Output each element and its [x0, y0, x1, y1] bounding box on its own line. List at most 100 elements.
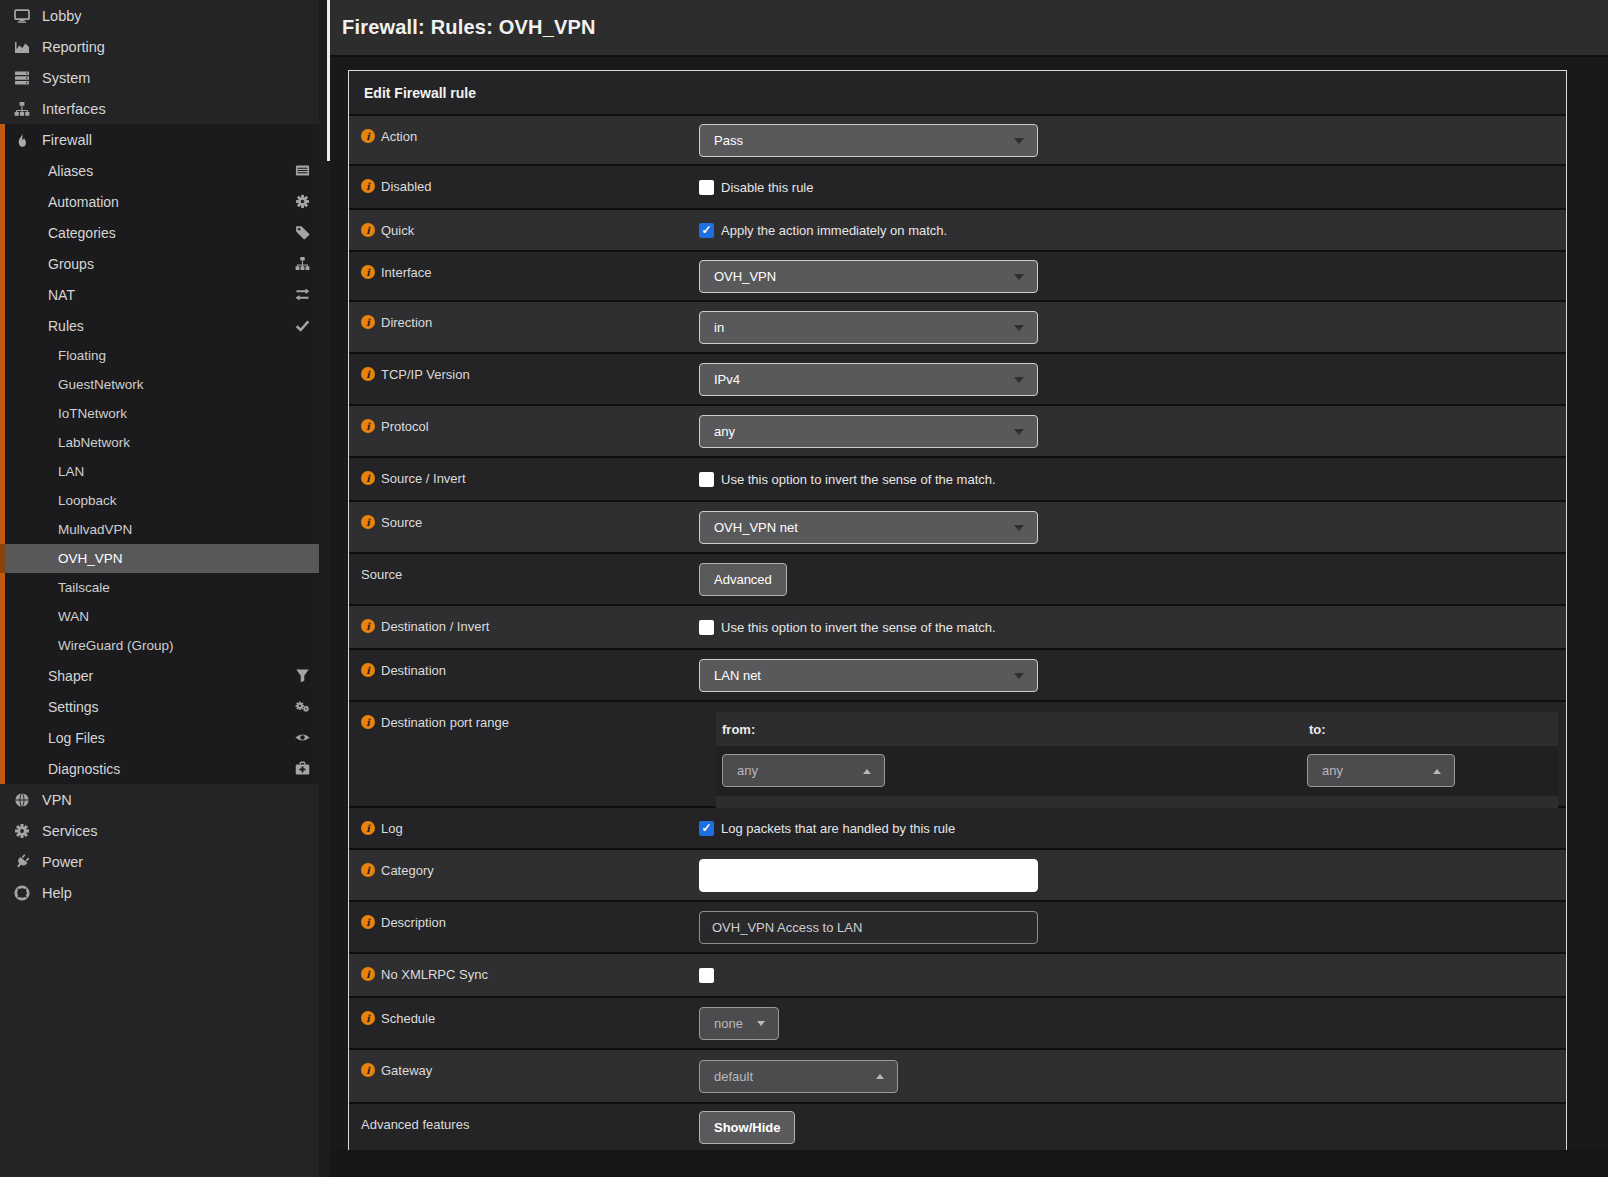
exchange-icon: [294, 287, 310, 303]
port-from-select[interactable]: any: [722, 754, 885, 787]
sidebar-item-label: MullvadVPN: [58, 522, 132, 537]
page-title: Firewall: Rules: OVH_VPN: [342, 16, 596, 39]
port-range-table: from:to: any any: [716, 712, 1558, 808]
port-to-select[interactable]: any: [1307, 754, 1455, 787]
sidebar-item-ovh-vpn[interactable]: OVH_VPN: [0, 544, 319, 573]
form-row-gateway: iGatewaydefault: [349, 1050, 1566, 1102]
sidebar-item-log-files[interactable]: Log Files: [0, 722, 319, 753]
sidebar-item-labnetwork[interactable]: LabNetwork: [0, 428, 319, 457]
tcp-ip-version-select[interactable]: IPv4: [699, 363, 1038, 396]
sidebar-item-reporting[interactable]: Reporting: [0, 31, 319, 62]
field-control: Disable this rule: [699, 166, 1566, 208]
destination-invert-checkbox[interactable]: [699, 620, 714, 635]
field-label: iProtocol: [349, 406, 699, 456]
sidebar-item-guestnetwork[interactable]: GuestNetwork: [0, 370, 319, 399]
sidebar-item-iotnetwork[interactable]: IoTNetwork: [0, 399, 319, 428]
sidebar-item-label: WAN: [58, 609, 89, 624]
sidebar-scrollbar-thumb[interactable]: [327, 0, 330, 161]
direction-select[interactable]: in: [699, 311, 1038, 344]
field-control: Pass: [699, 116, 1566, 164]
schedule-select[interactable]: none: [699, 1007, 779, 1040]
sidebar-item-mullvadvpn[interactable]: MullvadVPN: [0, 515, 319, 544]
caret-down-icon: [1014, 673, 1024, 679]
sidebar-item-groups[interactable]: Groups: [0, 248, 319, 279]
field-control: Use this option to invert the sense of t…: [699, 458, 1566, 500]
sidebar-item-label: LAN: [58, 464, 84, 479]
sidebar-item-wan[interactable]: WAN: [0, 602, 319, 631]
server-icon: [13, 69, 30, 86]
sidebar-item-firewall[interactable]: Firewall: [0, 124, 319, 155]
disabled-checkbox[interactable]: [699, 180, 714, 195]
sidebar-item-label: Help: [42, 885, 72, 901]
gears-icon: [294, 699, 310, 715]
info-icon: i: [361, 1011, 375, 1025]
sidebar-item-shaper[interactable]: Shaper: [0, 660, 319, 691]
field-control: [699, 850, 1566, 900]
sidebar-item-floating[interactable]: Floating: [0, 341, 319, 370]
sidebar-item-lan[interactable]: LAN: [0, 457, 319, 486]
info-icon: i: [361, 1063, 375, 1077]
gateway-select[interactable]: default: [699, 1060, 898, 1093]
field-control: IPv4: [699, 354, 1566, 404]
source-invert-checkbox[interactable]: [699, 472, 714, 487]
sidebar-item-nat[interactable]: NAT: [0, 279, 319, 310]
sidebar-item-label: Lobby: [42, 8, 82, 24]
sidebar-item-lobby[interactable]: Lobby: [0, 0, 319, 31]
sidebar-item-label: Categories: [48, 225, 116, 241]
form-row-no-xmlrpc-sync: iNo XMLRPC Sync: [349, 954, 1566, 996]
sidebar-item-label: Automation: [48, 194, 119, 210]
interface-select[interactable]: OVH_VPN: [699, 260, 1038, 293]
field-label: iInterface: [349, 252, 699, 300]
chart-icon: [13, 38, 30, 55]
sidebar-item-interfaces[interactable]: Interfaces: [0, 93, 319, 124]
description-input[interactable]: OVH_VPN Access to LAN: [699, 911, 1038, 944]
no-xmlrpc-sync-checkbox[interactable]: [699, 968, 714, 983]
sidebar-item-wireguard-group-[interactable]: WireGuard (Group): [0, 631, 319, 660]
sidebar-item-automation[interactable]: Automation: [0, 186, 319, 217]
destination-select[interactable]: LAN net: [699, 659, 1038, 692]
form-row-destination: iDestinationLAN net: [349, 650, 1566, 700]
from-label: from:: [722, 722, 755, 737]
info-icon: i: [361, 967, 375, 981]
field-label: iDescription: [349, 902, 699, 952]
sidebar-item-loopback[interactable]: Loopback: [0, 486, 319, 515]
sidebar-item-aliases[interactable]: Aliases: [0, 155, 319, 186]
sidebar-item-settings[interactable]: Settings: [0, 691, 319, 722]
caret-down-icon: [1014, 138, 1024, 144]
sidebar-item-power[interactable]: Power: [0, 846, 319, 877]
checkbox-label: Use this option to invert the sense of t…: [721, 620, 996, 635]
source-select[interactable]: OVH_VPN net: [699, 511, 1038, 544]
advanced-button[interactable]: Advanced: [699, 563, 787, 596]
log-checkbox[interactable]: ✓: [699, 821, 714, 836]
form-row-disabled: iDisabledDisable this rule: [349, 166, 1566, 208]
show-hide-button[interactable]: Show/Hide: [699, 1111, 795, 1144]
field-label: iSource: [349, 502, 699, 552]
sidebar-item-vpn[interactable]: VPN: [0, 784, 319, 815]
sidebar-item-label: Tailscale: [58, 580, 110, 595]
sidebar-item-services[interactable]: Services: [0, 815, 319, 846]
sidebar-item-help[interactable]: Help: [0, 877, 319, 908]
sidebar-item-diagnostics[interactable]: Diagnostics: [0, 753, 319, 784]
sidebar-item-label: NAT: [48, 287, 75, 303]
field-control: Advanced: [699, 554, 1566, 604]
sidebar-item-system[interactable]: System: [0, 62, 319, 93]
field-control: OVH_VPN: [699, 252, 1566, 300]
field-control: none: [699, 998, 1566, 1048]
sidebar-item-label: Power: [42, 854, 83, 870]
sidebar-item-label: IoTNetwork: [58, 406, 127, 421]
sidebar-item-tailscale[interactable]: Tailscale: [0, 573, 319, 602]
protocol-select[interactable]: any: [699, 415, 1038, 448]
info-icon: i: [361, 265, 375, 279]
info-icon: i: [361, 515, 375, 529]
action-select[interactable]: Pass: [699, 124, 1038, 157]
field-label: iTCP/IP Version: [349, 354, 699, 404]
sidebar-item-label: OVH_VPN: [58, 551, 123, 566]
field-label: iCategory: [349, 850, 699, 900]
sidebar-item-categories[interactable]: Categories: [0, 217, 319, 248]
category-input[interactable]: [699, 859, 1038, 892]
form-row-advanced-features: Advanced featuresShow/Hide: [349, 1104, 1566, 1151]
page-bottom-background: [330, 1150, 1608, 1177]
quick-checkbox[interactable]: ✓: [699, 223, 714, 238]
sidebar-item-rules[interactable]: Rules: [0, 310, 319, 341]
port-range-header: from:to:: [716, 712, 1558, 746]
